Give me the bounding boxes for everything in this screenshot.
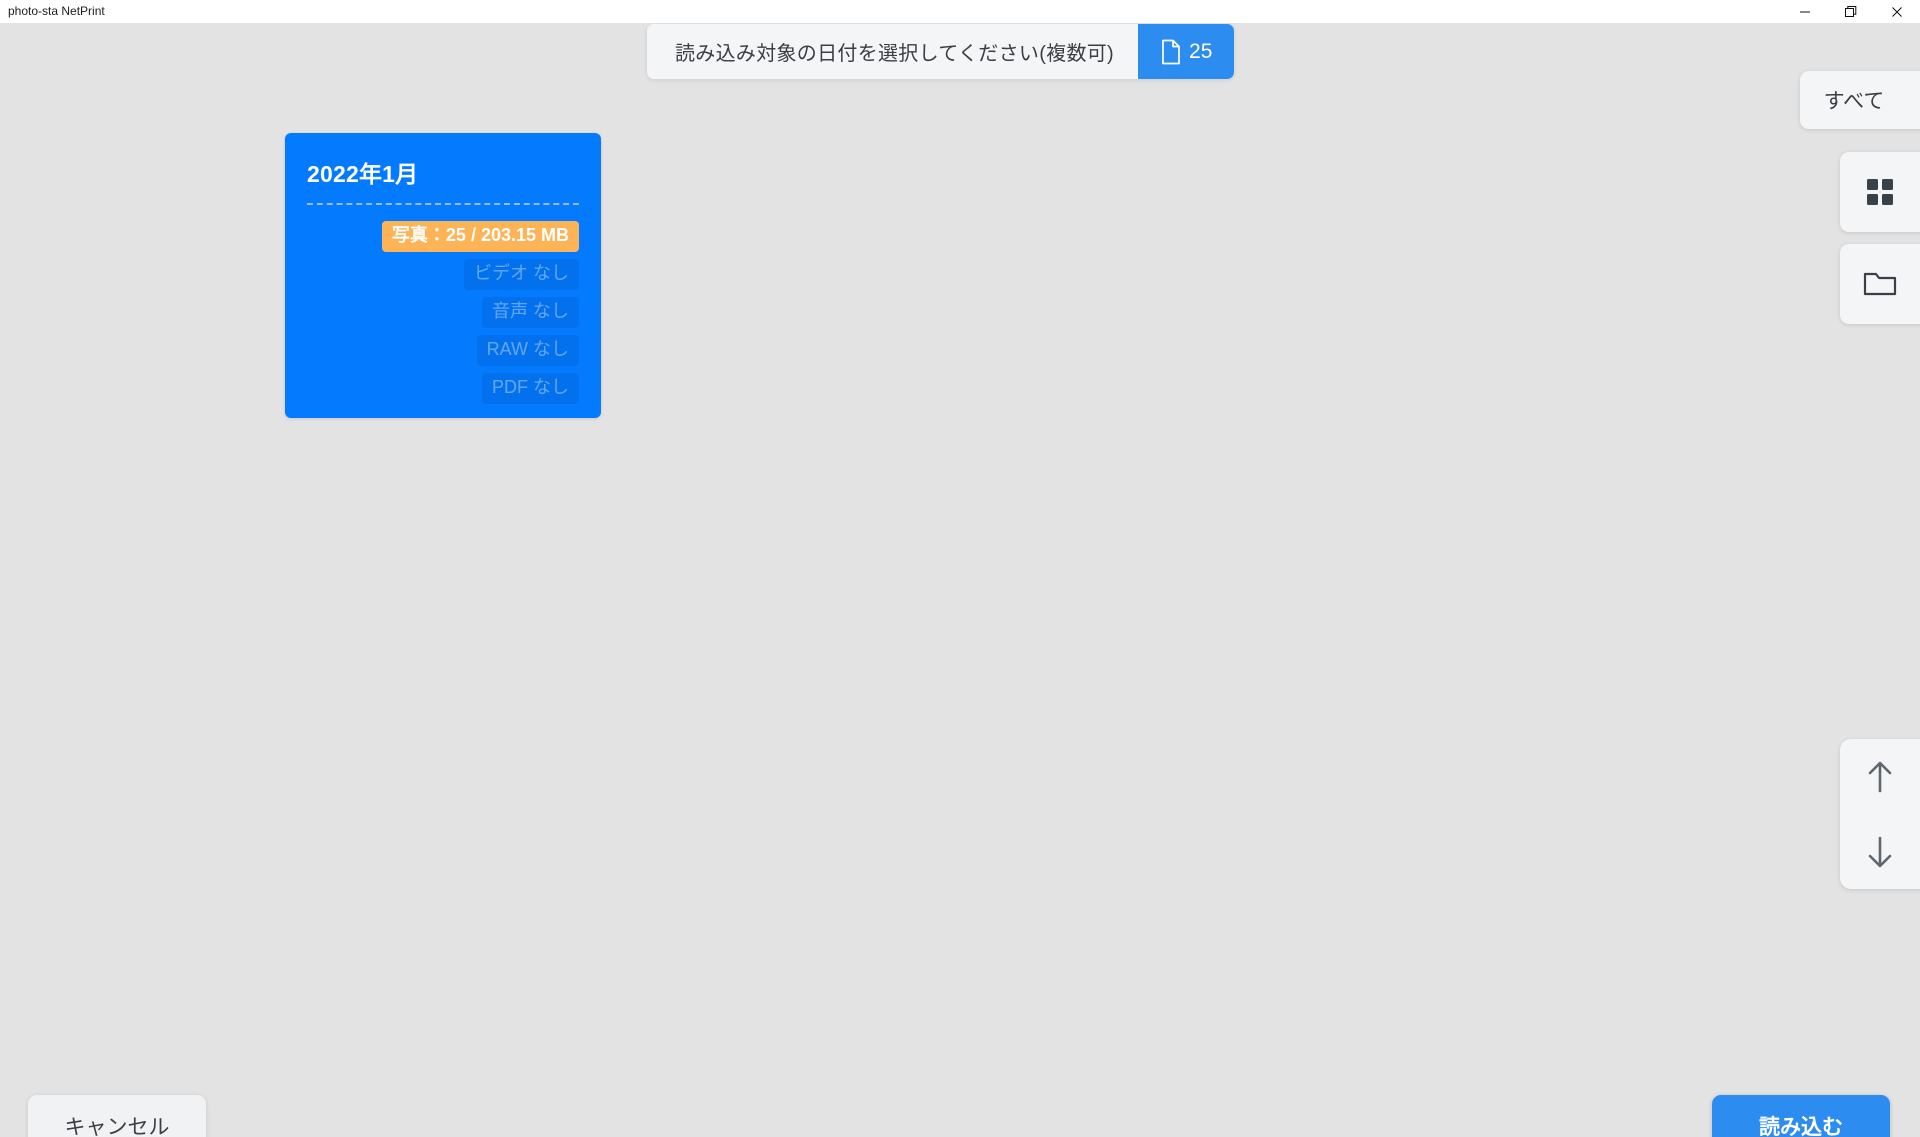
filter-all-label: すべて [1823, 90, 1885, 113]
date-card-title: 2022年1月 [307, 161, 419, 187]
date-cards-area: 2022年1月 写真：25 / 203.15 MB ビデオ なし 音声 なし R… [0, 23, 1790, 1073]
window-controls [1782, 0, 1920, 23]
badge-photo: 写真：25 / 203.15 MB [381, 221, 579, 252]
folder-icon [1863, 272, 1897, 296]
minimize-button[interactable] [1782, 0, 1828, 23]
badge-video: ビデオ なし [463, 258, 579, 290]
badge-pdf: PDF なし [481, 372, 579, 404]
arrow-down-icon [1868, 836, 1892, 867]
scroll-controls [1840, 739, 1920, 889]
date-card-badge-list: 写真：25 / 203.15 MB ビデオ なし 音声 なし RAW なし PD… [307, 221, 579, 404]
maximize-icon [1845, 5, 1857, 17]
date-card-2022-01[interactable]: 2022年1月 写真：25 / 203.15 MB ビデオ なし 音声 なし R… [285, 133, 601, 418]
scroll-up-button[interactable] [1858, 755, 1902, 799]
window-titlebar: photo-sta NetPrint [0, 0, 1920, 23]
arrow-up-icon [1868, 761, 1892, 792]
scroll-down-button[interactable] [1858, 830, 1902, 874]
close-icon [1892, 6, 1902, 17]
grid-view-button[interactable] [1840, 152, 1920, 232]
window-title: photo-sta NetPrint [8, 4, 105, 18]
close-button[interactable] [1874, 0, 1920, 23]
folder-view-button[interactable] [1840, 244, 1920, 324]
import-button[interactable]: 読み込む [1712, 1095, 1890, 1137]
grid-view-icon [1867, 179, 1893, 205]
minimize-icon [1800, 11, 1810, 12]
cancel-button[interactable]: キャンセル [28, 1095, 206, 1137]
filter-all-button[interactable]: すべて [1800, 71, 1920, 129]
maximize-button[interactable] [1828, 0, 1874, 23]
app-body: 読み込み対象の日付を選択してください(複数可) 25 2022年1月 写真：25… [0, 23, 1920, 1137]
date-card-divider [307, 203, 579, 205]
badge-audio: 音声 なし [481, 296, 579, 328]
badge-raw: RAW なし [476, 334, 579, 366]
